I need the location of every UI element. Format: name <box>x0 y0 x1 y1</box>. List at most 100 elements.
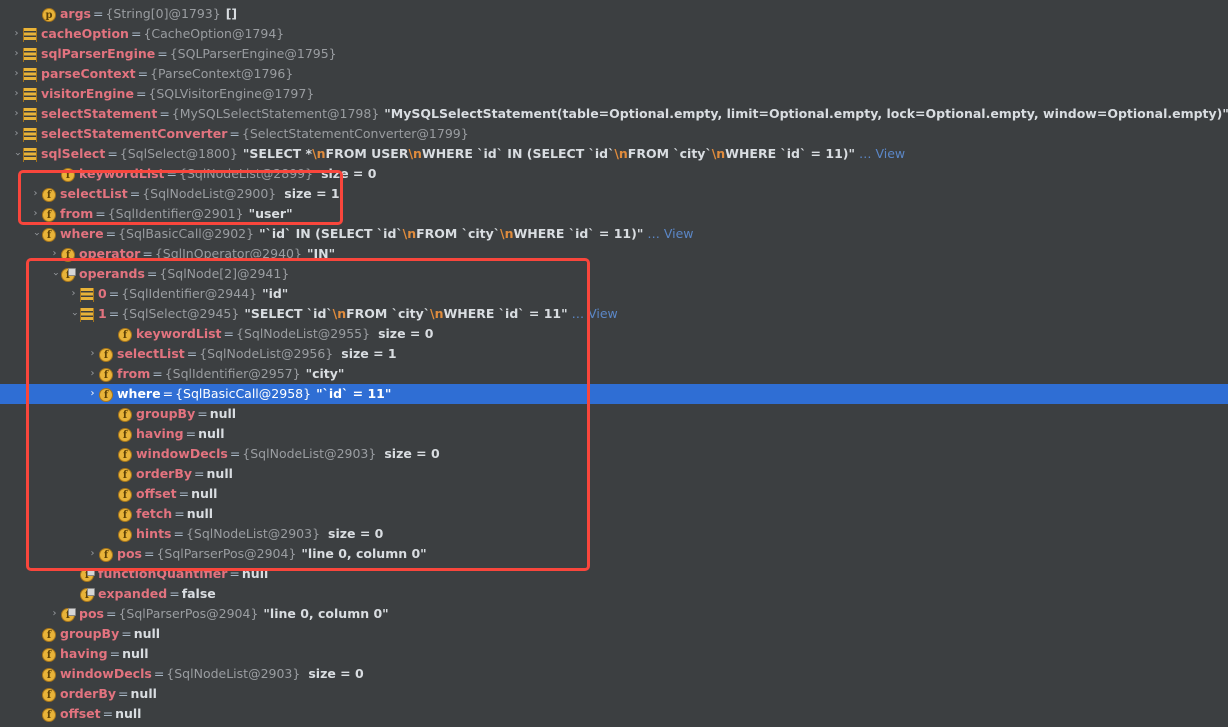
variable-value: "IN" <box>306 246 336 261</box>
variable-row[interactable]: › f pos = {SqlParserPos@2904} "line 0, column… <box>0 604 1228 624</box>
variable-row[interactable]: › f operands = {SqlNode[2]@2941} <box>0 264 1228 284</box>
field-icon: f <box>118 327 132 342</box>
chevron-right-icon[interactable]: › <box>10 24 23 44</box>
chevron-right-icon[interactable]: › <box>10 84 23 104</box>
variable-row[interactable]: ›fhaving=null <box>0 644 1228 664</box>
variable-row[interactable]: ›fexpanded=false <box>0 584 1228 604</box>
equals-sign: = <box>108 286 120 301</box>
chevron-right-icon[interactable]: › <box>86 364 99 384</box>
variable-row[interactable]: › visitorEngine = {SQLVisitorEngine@1797} <box>0 84 1228 104</box>
variable-name: cacheOption <box>41 26 129 41</box>
chevron-right-icon[interactable]: › <box>29 204 42 224</box>
view-link[interactable]: … View <box>568 304 618 324</box>
variable-name: from <box>117 366 151 381</box>
variable-value: "city" <box>305 366 345 381</box>
field-icon: f <box>118 427 132 442</box>
variable-name: keywordList <box>136 326 222 341</box>
escape-sequence: \n <box>711 146 726 161</box>
equals-sign: = <box>169 586 180 601</box>
chevron-down-icon[interactable]: › <box>67 304 80 324</box>
variable-row[interactable]: › f selectList = {SqlNodeList@2956} size = 1 <box>0 344 1228 364</box>
field-icon: f <box>118 407 132 422</box>
chevron-right-icon[interactable]: › <box>48 604 61 624</box>
variable-row[interactable]: ›forderBy=null <box>0 464 1228 484</box>
field-icon: f <box>61 167 75 182</box>
variable-row[interactable]: › f operator = {SqlInOperator@2940} "IN" <box>0 244 1228 264</box>
escape-sequence: \n <box>402 226 417 241</box>
list-icon <box>23 27 37 42</box>
chevron-down-icon[interactable]: › <box>29 224 42 244</box>
variable-row[interactable]: › 1 = {SqlSelect@2945} "SELECT `id`\nFROM `c… <box>0 304 1228 324</box>
variable-name: where <box>117 386 161 401</box>
field-icon: f <box>42 207 56 222</box>
variable-row[interactable]: › 0 = {SqlIdentifier@2944} "id" <box>0 284 1228 304</box>
variable-row[interactable]: ›forderBy=null <box>0 684 1228 704</box>
field-icon: f <box>42 187 56 202</box>
variable-row[interactable]: ›fgroupBy=null <box>0 624 1228 644</box>
variable-row[interactable]: ›fkeywordList={SqlNodeList@2955}size = 0 <box>0 324 1228 344</box>
variable-row[interactable]: › f where = {SqlBasicCall@2958} "`id` = 11" <box>0 384 1228 404</box>
view-link[interactable]: … View <box>855 144 905 164</box>
variable-row[interactable]: › f where = {SqlBasicCall@2902} "`id` IN (SEL… <box>0 224 1228 244</box>
variable-name: having <box>136 426 184 441</box>
equals-sign: = <box>194 466 205 481</box>
variable-row[interactable]: ›ffetch=null <box>0 504 1228 524</box>
chevron-right-icon[interactable]: › <box>10 124 23 144</box>
chevron-right-icon[interactable]: › <box>10 64 23 84</box>
variable-row[interactable]: › selectStatement = {MySQLSelectStatement@1… <box>0 104 1228 124</box>
variable-type: {SqlBasicCall@2958} <box>175 386 312 401</box>
parameter-icon: p <box>42 7 56 22</box>
variable-row[interactable]: ›fhints={SqlNodeList@2903}size = 0 <box>0 524 1228 544</box>
chevron-right-icon[interactable]: › <box>86 344 99 364</box>
equals-sign: = <box>102 706 114 721</box>
variable-row[interactable]: ›foffset=null <box>0 484 1228 504</box>
variable-row[interactable]: › cacheOption = {CacheOption@1794} <box>0 24 1228 44</box>
variable-row[interactable]: › sqlParserEngine = {SQLParserEngine@1795} <box>0 44 1228 64</box>
variable-type: {SqlSelect@1800} <box>119 146 238 161</box>
variable-name: parseContext <box>41 66 136 81</box>
variable-row[interactable]: ›fhaving=null <box>0 424 1228 444</box>
variable-value: null <box>191 486 218 501</box>
variable-row[interactable]: › sqlSelect = {SqlSelect@1800} "SELECT *\nFR… <box>0 144 1228 164</box>
variable-row[interactable]: › selectStatementConverter = {SelectStateme… <box>0 124 1228 144</box>
variable-type: {SQLParserEngine@1795} <box>169 46 337 61</box>
variable-row[interactable]: › f from = {SqlIdentifier@2901} "user" <box>0 204 1228 224</box>
variable-type: {SqlNodeList@2903} <box>166 666 301 681</box>
variable-row[interactable]: › parseContext = {ParseContext@1796} <box>0 64 1228 84</box>
equals-sign: = <box>95 206 106 221</box>
variable-row[interactable]: › f pos = {SqlParserPos@2904} "line 0, column… <box>0 544 1228 564</box>
chevron-right-icon[interactable]: › <box>67 284 80 304</box>
equals-sign: = <box>174 506 185 521</box>
list-icon <box>23 67 37 82</box>
variable-row[interactable]: ›ffunctionQuantifier=null <box>0 564 1228 584</box>
chevron-right-icon[interactable]: › <box>86 544 99 564</box>
variable-size: size = 0 <box>378 326 434 341</box>
chevron-down-icon[interactable]: › <box>48 264 61 284</box>
variable-row[interactable]: ›fwindowDecls={SqlNodeList@2903}size = 0 <box>0 444 1228 464</box>
variable-name: pos <box>79 606 104 621</box>
variable-name: pos <box>117 546 142 561</box>
variable-row[interactable]: ›fkeywordList={SqlNodeList@2899}size = 0 <box>0 164 1228 184</box>
variable-value: "MySQLSelectStatement(table=Optional.emp… <box>384 106 1228 121</box>
debugger-variables-panel[interactable]: ›pargs={String[0]@1793}[]›cacheOption={C… <box>0 0 1228 727</box>
escape-sequence: \n <box>312 146 326 161</box>
chevron-down-icon[interactable]: › <box>10 144 23 164</box>
variable-value: "line 0, column 0" <box>301 546 427 561</box>
equals-sign: = <box>129 186 141 201</box>
variable-row[interactable]: ›fgroupBy=null <box>0 404 1228 424</box>
variable-row[interactable]: ›fwindowDecls={SqlNodeList@2903}size = 0 <box>0 664 1228 684</box>
chevron-right-icon[interactable]: › <box>10 104 23 124</box>
view-link[interactable]: … View <box>643 224 693 244</box>
variable-row[interactable]: › f from = {SqlIdentifier@2957} "city" <box>0 364 1228 384</box>
list-icon <box>80 287 94 302</box>
chevron-right-icon[interactable]: › <box>29 184 42 204</box>
chevron-right-icon[interactable]: › <box>48 244 61 264</box>
equals-sign: = <box>186 346 198 361</box>
variable-type: {SqlParserPos@2904} <box>156 546 297 561</box>
chevron-right-icon[interactable]: › <box>10 44 23 64</box>
variable-value: null <box>122 646 149 661</box>
variable-row[interactable]: ›pargs={String[0]@1793}[] <box>0 4 1228 24</box>
variable-row[interactable]: › f selectList = {SqlNodeList@2900} size = 1 <box>0 184 1228 204</box>
variable-row[interactable]: ›foffset=null <box>0 704 1228 724</box>
chevron-right-icon[interactable]: › <box>86 384 99 404</box>
